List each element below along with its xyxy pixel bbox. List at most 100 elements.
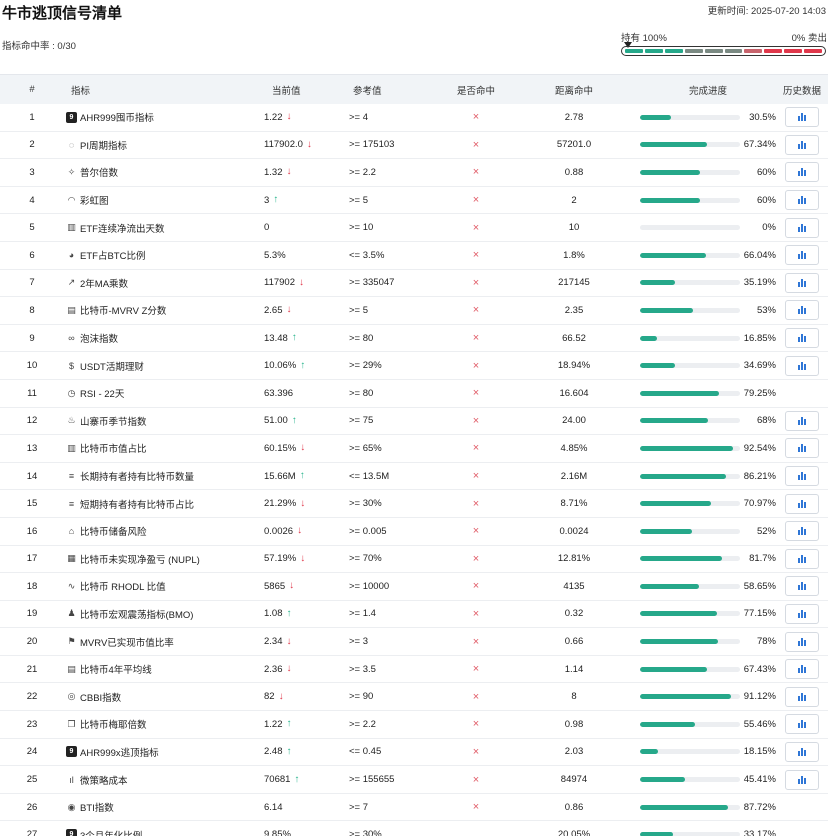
progress-cell: 58.65% [640,581,776,592]
bar-chart-icon [804,170,806,177]
distance-value: 0.32 [564,608,584,620]
progress-fill [640,252,707,258]
bar-chart-icon [801,499,803,508]
not-hit-icon: × [472,525,480,538]
history-chart-button[interactable] [785,466,819,487]
table-row: 5 ▥ ETF连续净流出天数 0 >= 10 × 10 0% [0,214,828,242]
current-value-cell: 21.29% ↓ [264,498,348,509]
current-value-cell: 2.65 ↓ [264,305,348,316]
history-chart-button[interactable] [785,328,819,349]
not-hit-icon: × [472,580,480,593]
database-icon: ≡ [68,471,75,482]
progress-percent: 87.72% [743,801,776,813]
history-chart-button[interactable] [785,355,819,376]
hit-status-cell: × [444,608,508,620]
bar-chart-icon [801,361,803,370]
hit-status-cell: × [444,442,508,454]
current-value: 1.22 [264,718,283,730]
reference-value: >= 70% [349,553,382,565]
hit-status-cell: × [444,387,508,399]
bar-chart-icon [804,308,806,315]
indicator-name: 微策略成本 [80,775,128,787]
bar-chart-icon [804,363,806,370]
indicator-name: 比特币宏观震荡指标(BMO) [80,609,194,621]
history-chart-button[interactable] [785,162,819,183]
history-chart-button[interactable] [785,769,819,790]
progress-percent: 55.46% [743,718,776,730]
indicator-name-cell: ∞ 泡沫指数 [64,331,264,345]
not-hit-icon: × [472,166,480,179]
progress-fill [640,307,693,313]
history-chart-button[interactable] [785,272,819,293]
row-index: 3 [29,166,35,178]
reference-value: <= 13.5M [349,470,390,482]
current-value-cell: 0.0026 ↓ [264,526,348,537]
arrow-down-icon: ↓ [286,304,292,316]
bar-chart-icon [798,309,800,315]
bar-chart-icon [798,199,800,205]
hit-status-cell: × [444,111,508,123]
history-chart-button[interactable] [785,631,819,652]
progress-percent: 68% [756,415,776,427]
history-cell [776,741,828,762]
history-chart-button[interactable] [785,714,819,735]
history-chart-button[interactable] [785,521,819,542]
current-value: 2.65 [264,304,283,316]
distance-value: 12.81% [557,553,591,565]
history-chart-button[interactable] [785,438,819,459]
indicator-name: 比特币储备风险 [80,527,147,539]
history-chart-button[interactable] [785,107,819,128]
reference-value: >= 80 [349,332,374,344]
progress-bar [640,473,740,479]
history-chart-button[interactable] [785,548,819,569]
history-chart-button[interactable] [785,603,819,624]
hit-status-cell: × [444,580,508,592]
indicator-name: ETF连续净流出天数 [80,223,165,235]
history-chart-button[interactable] [785,245,819,266]
arrow-down-icon: ↓ [289,580,295,592]
history-cell [776,217,828,238]
bar-chart-icon [798,640,800,646]
history-cell [776,272,828,293]
col-header-history: 历史数据 [782,85,821,97]
indicator-name: AHR999x逃顶指标 [80,747,159,759]
bar-chart-icon [798,281,800,287]
history-chart-button[interactable] [785,659,819,680]
history-chart-button[interactable] [785,493,819,514]
progress-cell: 60% [640,167,776,178]
progress-fill [640,390,720,396]
reference-value: >= 2.2 [349,718,376,730]
gauge-segment [684,49,703,53]
indicator-name-cell: ◎ CBBI指数 [64,690,264,704]
current-value: 63.396 [264,387,294,399]
row-index: 1 [29,111,35,123]
table-row: 25 ıl 微策略成本 70681 ↑ >= 155655 × 84974 45.41% [0,766,828,794]
progress-cell: 81.7% [640,553,776,564]
bar-chart-icon [798,502,800,508]
history-chart-button[interactable] [785,686,819,707]
progress-cell: 60% [640,195,776,206]
progress-fill [640,445,733,451]
history-chart-button[interactable] [785,300,819,321]
doc-icon: ▤ [67,663,76,674]
hold-sell-gauge: 持有 100% 0% 卖出 [620,30,827,58]
progress-percent: 86.21% [743,470,776,482]
history-chart-button[interactable] [785,576,819,597]
bar-chart-icon [804,611,806,618]
reference-value: >= 30% [349,498,382,510]
progress-percent: 58.65% [743,580,776,592]
history-chart-button[interactable] [785,190,819,211]
history-chart-button[interactable] [785,217,819,238]
reference-value: >= 75 [349,415,374,427]
current-value-cell: 117902 ↓ [264,277,348,288]
progress-percent: 34.69% [743,360,776,372]
hit-status-cell: × [444,774,508,786]
update-time: 更新时间: 2025-07-20 14:03 [707,6,826,17]
bar-chart-icon [804,474,806,481]
progress-cell: 45.41% [640,774,776,785]
history-chart-button[interactable] [785,741,819,762]
distance-value: 0.88 [564,166,584,178]
history-chart-button[interactable] [785,410,819,431]
history-chart-button[interactable] [785,134,819,155]
bar-chart-icon [798,337,800,343]
